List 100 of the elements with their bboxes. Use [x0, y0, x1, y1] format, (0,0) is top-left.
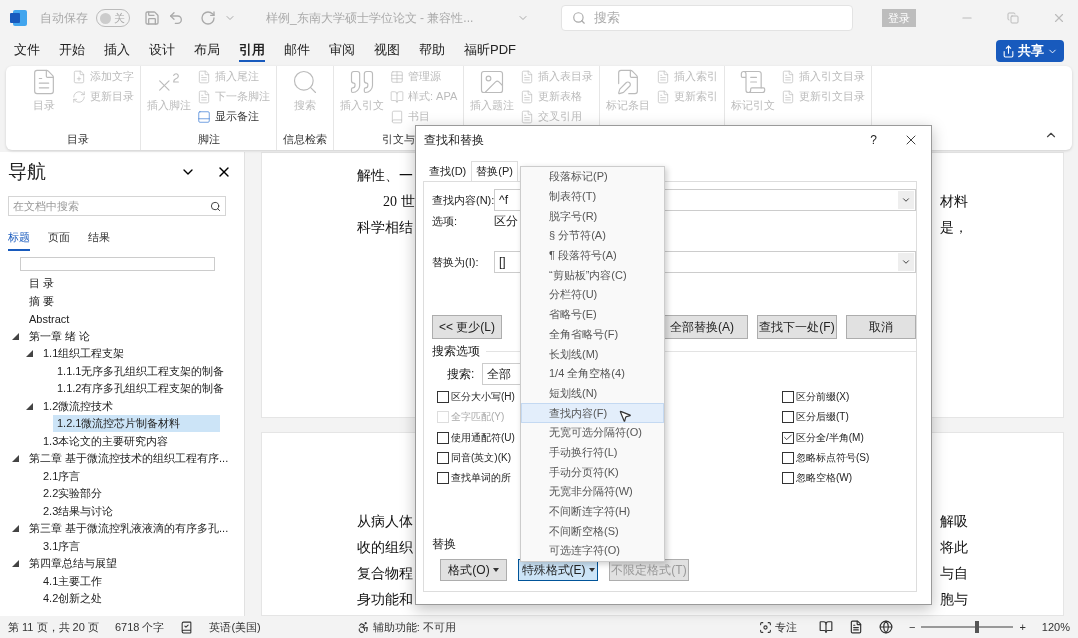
caret-icon	[492, 568, 499, 572]
menu-tab[interactable]: 视图	[374, 40, 400, 62]
pane-tab[interactable]: 标题	[8, 230, 30, 251]
heading-item[interactable]: 2.2实验部分	[39, 485, 107, 503]
checkbox[interactable]	[437, 472, 449, 485]
checkbox[interactable]	[782, 431, 794, 444]
options-value: 区分	[494, 212, 518, 230]
body-text: 与自	[940, 565, 968, 583]
checkbox-label: 查找单词的所	[451, 471, 511, 486]
language: 英语(美国)	[209, 619, 261, 635]
menu-tab[interactable]: 文件	[14, 40, 40, 62]
menu-item[interactable]: 段落标记(P)	[521, 167, 664, 187]
menu-item[interactable]: 不间断空格(S)	[521, 521, 664, 542]
zoom-in-button[interactable]: +	[1019, 621, 1026, 633]
heading-item[interactable]: 第一章 绪 论	[25, 327, 95, 345]
checkbox[interactable]	[437, 431, 449, 444]
accessibility-icon[interactable]	[356, 620, 370, 634]
menu-item[interactable]: § 分节符(A)	[521, 226, 664, 246]
expand-triangle-icon[interactable]	[26, 350, 33, 358]
expand-triangle-icon[interactable]	[26, 402, 33, 410]
expand-triangle-icon[interactable]	[12, 560, 19, 568]
format-button[interactable]: 格式(O)	[440, 559, 507, 581]
heading-item[interactable]: 摘 要	[25, 292, 59, 310]
accessibility-status[interactable]: 辅助功能: 不可用	[372, 619, 456, 635]
menu-item[interactable]: 可选连字符(O)	[521, 541, 664, 561]
checkbox[interactable]	[782, 472, 794, 485]
document-title: 样例_东南大学硕士学位论文 - 兼容性...	[266, 9, 474, 27]
heading-item[interactable]: 4.2创新之处	[39, 590, 107, 608]
checkbox[interactable]	[437, 452, 449, 465]
heading-item[interactable]: 第四章总结与展望	[25, 555, 121, 573]
menu-item[interactable]: 无宽可选分隔符(O)	[521, 422, 664, 443]
menu-item[interactable]: 查找内容(F)	[521, 403, 664, 423]
print-layout-icon[interactable]	[849, 620, 863, 634]
app-logo-icon	[10, 9, 28, 27]
menu-tab[interactable]: 引用	[239, 40, 265, 62]
heading-item[interactable]: 1.3本论文的主要研究内容	[39, 432, 173, 450]
menu-item[interactable]: 不间断连字符(H)	[521, 501, 664, 522]
help-button[interactable]: ?	[870, 133, 877, 147]
focus-button[interactable]: 专注	[775, 619, 797, 635]
menu-item[interactable]: 分栏符(U)	[521, 285, 664, 305]
proofing-icon[interactable]	[180, 620, 194, 634]
ribbon-button[interactable]: 显示备注	[197, 108, 270, 125]
body-text: 将此	[940, 539, 968, 557]
dialog-button[interactable]: 取消	[846, 315, 916, 339]
heading-item[interactable]: Abstract	[25, 311, 74, 326]
expand-triangle-icon[interactable]	[12, 525, 19, 533]
field-label: 选项:	[432, 213, 459, 229]
expand-triangle-icon[interactable]	[12, 332, 19, 340]
search-icon	[210, 200, 221, 212]
menu-item[interactable]: 无宽非分隔符(W)	[521, 482, 664, 502]
menu-item[interactable]: 长划线(M)	[521, 344, 664, 364]
menu-tab[interactable]: 开始	[59, 40, 85, 62]
heading-item[interactable]: 1.1.1无序多孔组织工程支架的制备	[53, 362, 229, 380]
menu-item[interactable]: 手动分页符(K)	[521, 462, 664, 482]
zoom-out-button[interactable]: −	[909, 621, 916, 633]
pane-tab[interactable]: 结果	[88, 230, 110, 251]
field-label: 查找内容(N):	[432, 192, 494, 208]
checkbox-label: 区分后缀(T)	[796, 410, 849, 425]
menu-tab[interactable]: 邮件	[284, 40, 310, 62]
heading-item[interactable]: 第三章 基于微流控乳液液滴的有序多孔...	[25, 520, 233, 538]
menu-tab[interactable]: 审阅	[329, 40, 355, 62]
body-text: 20 世	[383, 193, 415, 211]
heading-item[interactable]: 3.1序言	[39, 537, 85, 555]
menu-tab[interactable]: 福昕PDF	[464, 40, 516, 62]
checkbox[interactable]	[782, 391, 794, 404]
focus-icon[interactable]	[759, 620, 772, 634]
heading-item[interactable]: 2.1序言	[39, 467, 85, 485]
web-layout-icon[interactable]	[879, 620, 893, 634]
heading-item[interactable]: 4.1主要工作	[39, 572, 107, 590]
mouse-cursor-icon	[618, 409, 632, 424]
heading-item[interactable]: 第二章 基于微流控技术的组织工程有序...	[25, 450, 233, 468]
heading-item[interactable]: 1.1组织工程支架	[39, 345, 129, 363]
zoom-percent[interactable]: 120%	[1041, 621, 1070, 633]
menu-item[interactable]: 手动换行符(L)	[521, 442, 664, 463]
menu-item[interactable]: 短划线(N)	[521, 383, 664, 404]
pane-title: 导航	[8, 160, 46, 184]
dialog-button[interactable]: 查找下一处(F)	[757, 315, 837, 339]
read-mode-icon[interactable]	[819, 620, 833, 634]
body-text: 身功能和	[357, 591, 413, 609]
checkbox[interactable]	[437, 391, 449, 404]
less-button[interactable]: << 更少(L)	[432, 315, 502, 339]
menu-tab[interactable]: 插入	[104, 40, 130, 62]
checkbox[interactable]	[782, 452, 794, 465]
heading-item[interactable]: 1.2微流控技术	[39, 397, 118, 415]
menu-tab[interactable]: 帮助	[419, 40, 445, 62]
expand-triangle-icon[interactable]	[12, 455, 19, 463]
heading-item[interactable]: 目 录	[25, 275, 59, 293]
menu-tab[interactable]: 设计	[149, 40, 175, 62]
zoom-slider-thumb[interactable]	[974, 621, 979, 633]
pane-tab[interactable]: 页面	[48, 230, 70, 251]
heading-item[interactable]: 2.3结果与讨论	[39, 502, 118, 520]
checkbox[interactable]	[782, 411, 794, 424]
dialog-tab[interactable]: 替换(P)	[471, 161, 518, 181]
menu-item[interactable]: 制表符(T)	[521, 186, 664, 207]
menu-tab[interactable]: 布局	[194, 40, 220, 62]
heading-item[interactable]: 1.1.2有序多孔组织工程支架的制备	[53, 380, 229, 398]
section-title: 搜索选项	[432, 342, 480, 360]
body-text: 材料	[940, 193, 968, 211]
share-button[interactable]: 共享	[996, 40, 1064, 62]
heading-item[interactable]: 1.2.1微流控芯片制备材料	[53, 415, 220, 433]
